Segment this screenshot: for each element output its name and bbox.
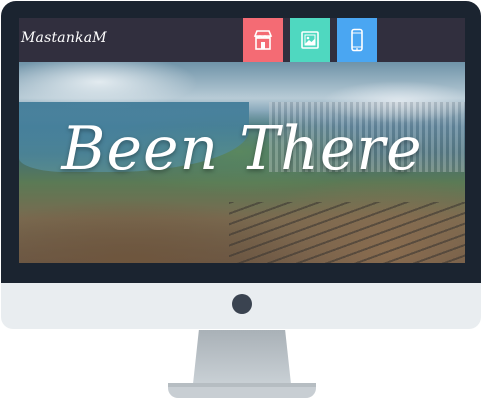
monitor-button-icon xyxy=(232,294,252,314)
nav-mobile-button[interactable] xyxy=(337,18,377,62)
nav-gallery-button[interactable] xyxy=(290,18,330,62)
monitor-stand-neck xyxy=(193,330,291,384)
site-logo[interactable]: MastankaM xyxy=(21,30,107,46)
monitor-screen: MastankaM Been There xyxy=(19,18,465,263)
site-header: MastankaM xyxy=(19,18,465,62)
monitor-stand-edge xyxy=(168,383,316,387)
hero-banner-image: Been There xyxy=(19,62,465,263)
store-icon xyxy=(253,30,273,50)
mobile-icon xyxy=(351,28,363,52)
hero-stairs xyxy=(229,202,465,263)
monitor-mockup: MastankaM Been There xyxy=(0,0,483,330)
image-icon xyxy=(301,31,319,49)
nav-store-button[interactable] xyxy=(243,18,283,62)
hero-title: Been There xyxy=(61,114,423,184)
